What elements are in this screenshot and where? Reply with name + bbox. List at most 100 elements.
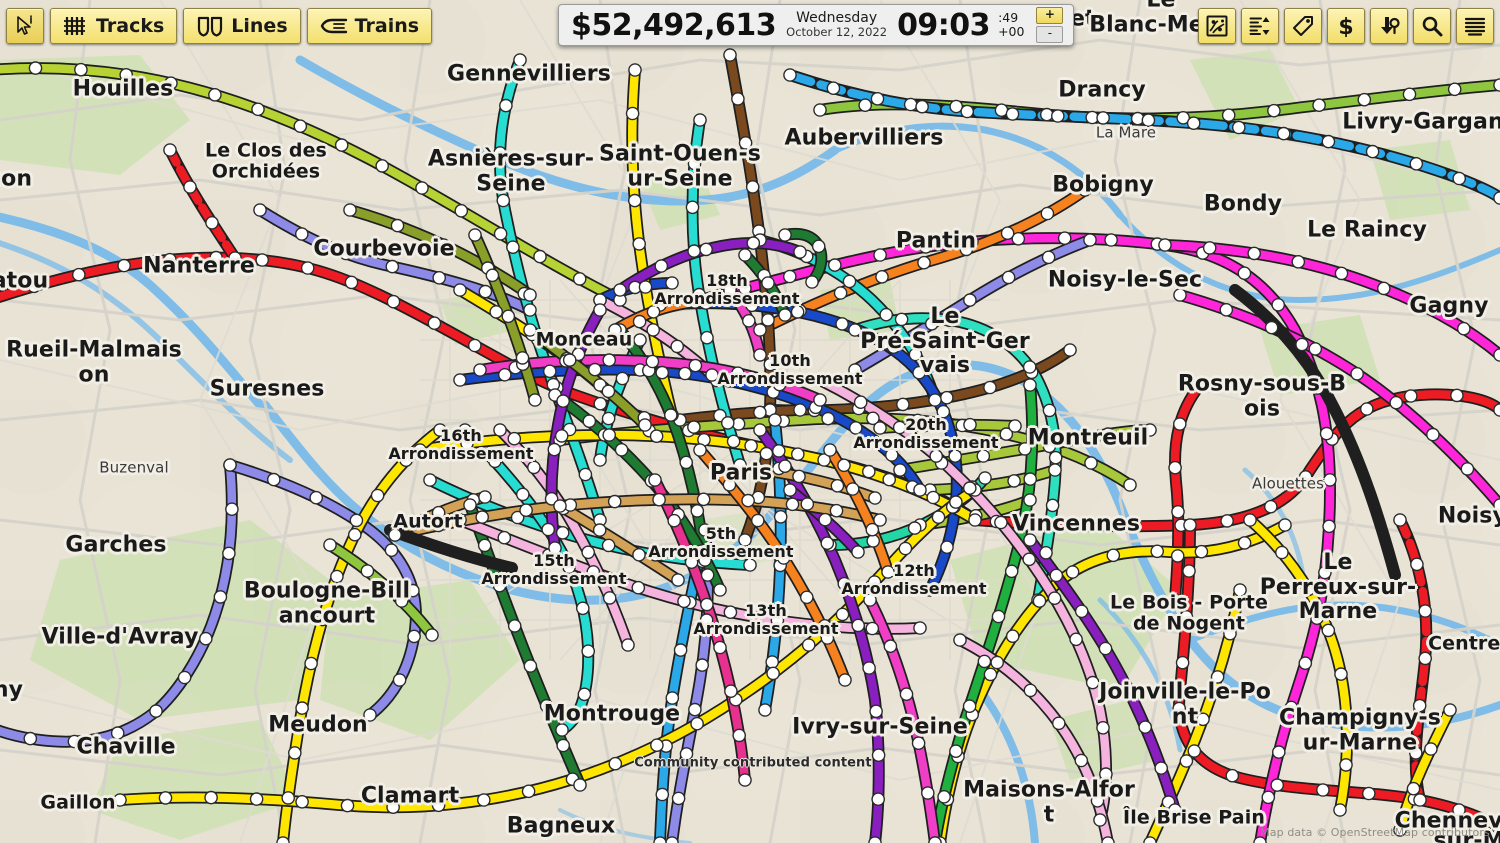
station-dot[interactable] [793,403,807,417]
speed-down-button[interactable]: - [1036,26,1064,43]
station-dot[interactable] [1321,134,1336,149]
station-dot[interactable] [556,738,571,753]
station-dot[interactable] [679,747,694,761]
station-dot[interactable] [631,580,646,595]
station-dot[interactable] [1284,700,1299,715]
station-dot[interactable] [1237,536,1252,550]
station-dot[interactable] [650,738,664,753]
station-dot[interactable] [829,503,844,518]
station-dot[interactable] [753,405,767,420]
station-dot[interactable] [602,353,617,367]
station-dot[interactable] [838,673,852,687]
station-dot[interactable] [800,497,815,511]
station-dot[interactable] [877,336,891,351]
station-dot[interactable] [820,536,835,551]
station-dot[interactable] [968,513,982,527]
station-dot[interactable] [865,522,880,537]
station-dot[interactable] [1004,564,1019,579]
station-dot[interactable] [1000,226,1015,240]
station-dot[interactable] [1018,442,1032,456]
station-dot[interactable] [685,200,700,215]
station-dot[interactable] [388,528,402,542]
station-dot[interactable] [753,323,767,337]
station-dot[interactable] [528,393,542,407]
station-dot[interactable] [792,469,806,484]
build-toolbar[interactable]: Tracks Lines Trains [6,8,433,44]
station-dot[interactable] [602,428,617,442]
station-dot[interactable] [493,423,507,437]
station-dot[interactable] [862,464,876,479]
station-dot[interactable] [1310,611,1324,626]
station-dot[interactable] [1168,593,1182,607]
station-dot[interactable] [1168,460,1182,475]
station-dot[interactable] [1023,378,1037,392]
station-dot[interactable] [1040,206,1055,221]
station-dot[interactable] [1426,427,1440,442]
station-dot[interactable] [1365,144,1380,159]
station-dot[interactable] [1350,366,1364,381]
station-dot[interactable] [1041,250,1056,265]
station-dot[interactable] [394,594,409,608]
station-dot[interactable] [723,605,738,620]
station-dot[interactable] [983,667,998,682]
station-dot[interactable] [562,560,576,575]
station-dot[interactable] [1083,233,1097,247]
station-dot[interactable] [228,251,242,265]
station-dot[interactable] [390,218,405,233]
station-dot[interactable] [926,490,941,505]
station-dot[interactable] [721,416,735,430]
station-dot[interactable] [959,242,974,257]
station-dot[interactable] [1409,746,1423,760]
station-dot[interactable] [493,226,508,241]
station-dot[interactable] [1298,656,1313,671]
station-dot[interactable] [885,448,899,462]
station-dot[interactable] [1168,803,1182,817]
station-dot[interactable] [871,792,886,807]
station-dot[interactable] [1452,171,1466,186]
main-toolbar[interactable]: $ [1198,8,1494,44]
station-dot[interactable] [468,228,482,242]
station-dot[interactable] [287,746,302,760]
station-dot[interactable] [833,286,848,300]
station-dot[interactable] [1272,745,1286,759]
station-dot[interactable] [177,670,192,685]
station-dot[interactable] [1154,761,1168,775]
station-dot[interactable] [315,612,330,627]
lines-list-button[interactable] [1241,8,1279,44]
station-dot[interactable] [431,505,446,520]
station-dot[interactable] [925,316,939,331]
station-dot[interactable] [475,510,490,524]
station-dot[interactable] [649,429,664,444]
station-dot[interactable] [601,538,616,553]
station-dot[interactable] [1182,564,1196,578]
station-dot[interactable] [851,545,865,559]
station-dot[interactable] [868,491,882,505]
station-dot[interactable] [1084,456,1098,470]
station-dot[interactable] [1243,513,1257,527]
station-dot[interactable] [163,252,177,267]
station-dot[interactable] [485,268,500,283]
station-dot[interactable] [671,573,685,587]
station-dot[interactable] [694,544,708,559]
station-dot[interactable] [523,323,537,337]
station-dot[interactable] [673,643,688,657]
station-dot[interactable] [453,513,467,527]
station-dot[interactable] [790,305,805,319]
station-dot[interactable] [507,619,522,633]
station-dot[interactable] [1040,107,1054,122]
station-dot[interactable] [523,303,537,317]
station-dot[interactable] [687,244,701,258]
station-dot[interactable] [1042,439,1057,454]
station-dot[interactable] [655,365,670,380]
station-dot[interactable] [249,792,264,806]
station-dot[interactable] [765,655,780,669]
station-dot[interactable] [613,283,627,297]
station-dot[interactable] [453,283,467,297]
station-dot[interactable] [653,836,667,843]
station-dot[interactable] [693,443,707,457]
station-dot[interactable] [1362,786,1376,801]
station-dot[interactable] [1493,191,1500,205]
station-dot[interactable] [1179,610,1194,624]
station-dot[interactable] [753,463,767,477]
station-dot[interactable] [745,180,760,194]
